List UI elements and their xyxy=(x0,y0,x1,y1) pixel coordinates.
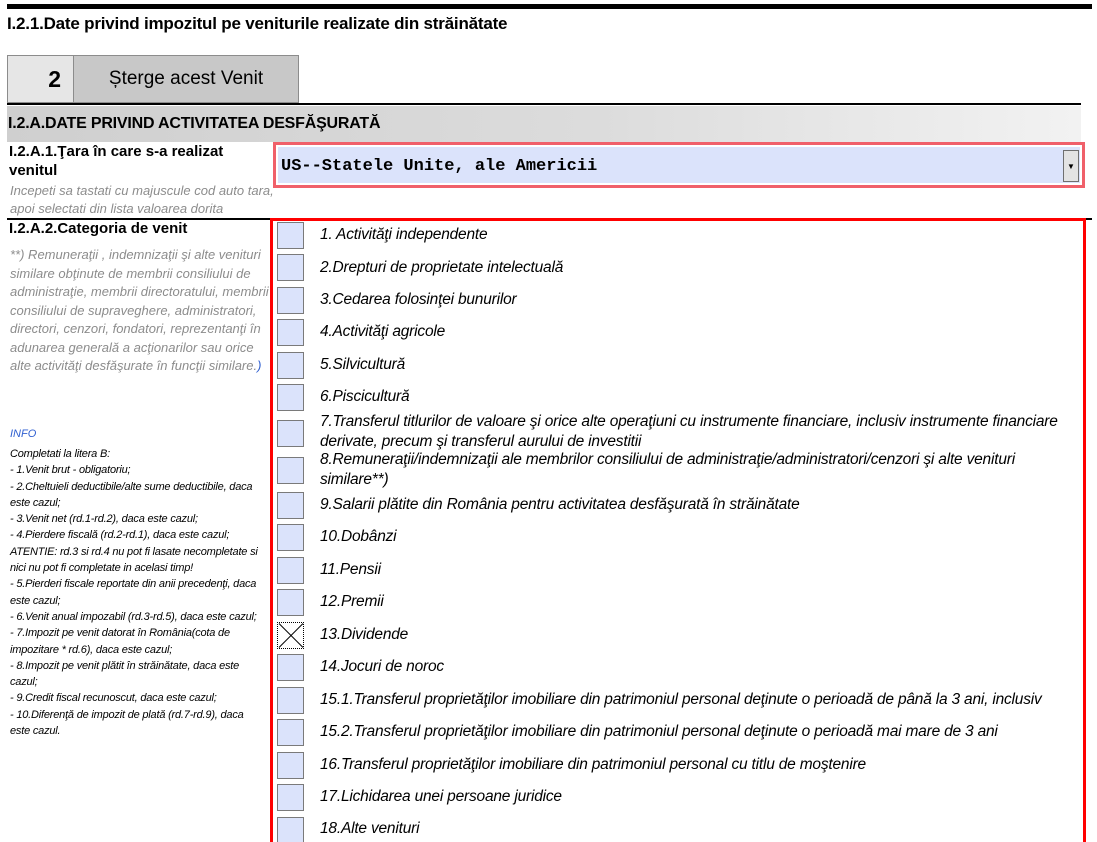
category-label-3: 3.Cedarea folosinţei bunurilor xyxy=(320,291,517,308)
category-label-4: 4.Activităţi agricole xyxy=(320,323,446,340)
country-selected-value[interactable]: US--Statele Unite, ale Americii xyxy=(281,157,597,176)
venit-number: 2 xyxy=(7,55,73,103)
info-line: - 9.Credit fiscal recunoscut, daca este … xyxy=(10,692,217,705)
info-line: - 8.Impozit pe venit plătit în străinăta… xyxy=(10,659,240,689)
top-rule xyxy=(7,4,1092,9)
info-line: - 3.Venit net (rd.1-rd.2), daca este caz… xyxy=(10,513,198,526)
category-label-16: 16.Transferul proprietăţilor imobiliare … xyxy=(320,756,866,773)
info-line: Completati la litera B: xyxy=(10,448,110,460)
category-label-17: 17.Lichidarea unei persoane juridice xyxy=(320,788,562,805)
category-label-5: 5.Silvicultură xyxy=(320,356,406,373)
category-checkbox-16[interactable] xyxy=(277,752,304,779)
header-rule xyxy=(7,103,1081,105)
category-checkbox-7[interactable] xyxy=(277,420,304,447)
category-checkbox-11[interactable] xyxy=(277,557,304,584)
category-checkbox-4[interactable] xyxy=(277,319,304,346)
category-label-10: 10.Dobânzi xyxy=(320,528,397,545)
category-checkbox-5[interactable] xyxy=(277,352,304,379)
delete-venit-button[interactable]: Șterge acest Venit xyxy=(73,55,299,103)
info-line: - 1.Venit brut - obligatoriu; xyxy=(10,464,131,477)
info-line: - 2.Cheltuieli deductibile/alte sume ded… xyxy=(10,480,253,509)
category-label-6: 6.Piscicultură xyxy=(320,388,410,405)
category-label: I.2.A.2.Categoria de venit xyxy=(9,220,188,237)
info-line: ATENTIE: rd.3 si rd.4 nu pot fi lasate n… xyxy=(10,545,258,575)
category-checkbox-2[interactable] xyxy=(277,254,304,281)
category-checkbox-14[interactable] xyxy=(277,654,304,681)
category-checkbox-15-1[interactable] xyxy=(277,687,304,714)
info-line: - 6.Venit anual impozabil (rd.3-rd.5), d… xyxy=(10,610,257,623)
category-note-end: ) xyxy=(257,358,262,373)
category-checkbox-8[interactable] xyxy=(277,457,304,484)
category-label-15-1: 15.1.Transferul proprietăţilor imobiliar… xyxy=(320,691,1042,708)
category-checkbox-6[interactable] xyxy=(277,384,304,411)
category-checkbox-17[interactable] xyxy=(277,784,304,811)
category-label-7: 7.Transferul titlurilor de valoare şi or… xyxy=(320,413,1058,450)
info-line: - 7.Impozit pe venit datorat în România(… xyxy=(10,627,230,656)
category-note: **) Remuneraţii , indemnizaţii şi alte v… xyxy=(10,246,274,376)
category-label-14: 14.Jocuri de noroc xyxy=(320,658,444,675)
category-note-text: **) Remuneraţii , indemnizaţii şi alte v… xyxy=(10,247,269,373)
category-checkbox-18[interactable] xyxy=(277,817,304,842)
category-checkbox-9[interactable] xyxy=(277,492,304,519)
category-label-13: 13.Dividende xyxy=(320,626,409,643)
category-label-9: 9.Salarii plătite din România pentru act… xyxy=(320,496,800,513)
info-line: - 5.Pierderi fiscale reportate din anii … xyxy=(10,578,257,607)
category-label-18: 18.Alte venituri xyxy=(320,820,420,837)
country-select[interactable]: US--Statele Unite, ale Americii ▼ xyxy=(273,142,1085,188)
info-title: INFO xyxy=(10,428,37,440)
country-hint: Incepeti sa tastati cu majuscule cod aut… xyxy=(10,183,274,216)
info-line: - 10.Diferenţă de impozit de plată (rd.7… xyxy=(10,708,244,738)
info-text: Completati la litera B: - 1.Venit brut -… xyxy=(10,446,265,739)
category-label-11: 11.Pensii xyxy=(320,561,381,578)
category-checkbox-3[interactable] xyxy=(277,287,304,314)
info-line: - 4.Pierdere fiscală (rd.2-rd.1), daca e… xyxy=(10,529,230,542)
category-label-2: 2.Drepturi de proprietate intelectuală xyxy=(320,259,564,276)
category-checkbox-1[interactable] xyxy=(277,222,304,249)
dropdown-arrow-icon[interactable]: ▼ xyxy=(1063,150,1079,182)
category-label-1: 1. Activităţi independente xyxy=(320,226,488,243)
country-label: I.2.A.1.Ţara în care s-a realizat venitu… xyxy=(9,143,224,179)
category-label-12: 12.Premii xyxy=(320,593,384,610)
category-checkbox-13-checked[interactable] xyxy=(277,622,304,649)
section-title: I.2.1.Date privind impozitul pe venituri… xyxy=(7,14,508,33)
category-label-15-2: 15.2.Transferul proprietăţilor imobiliar… xyxy=(320,723,998,740)
activity-section-header: I.2.A.DATE PRIVIND ACTIVITATEA DESFĂŞURA… xyxy=(7,106,1081,142)
category-label-8: 8.Remuneraţii/indemnizaţii ale membrilor… xyxy=(320,451,1015,488)
category-checkbox-10[interactable] xyxy=(277,524,304,551)
category-checkbox-15-2[interactable] xyxy=(277,719,304,746)
country-select-field[interactable]: US--Statele Unite, ale Americii ▼ xyxy=(278,147,1080,183)
category-checkbox-12[interactable] xyxy=(277,589,304,616)
